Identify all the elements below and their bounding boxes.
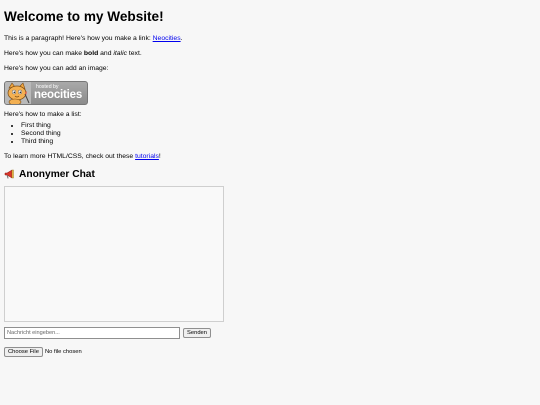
hosted-by-neocities-badge: hosted by neocities xyxy=(4,81,88,106)
send-button[interactable]: Senden xyxy=(183,327,211,338)
file-upload-row: Choose File No file chosen xyxy=(4,346,536,357)
paragraph-tutorials: To learn more HTML/CSS, check out these … xyxy=(4,152,161,160)
list-item: First thing xyxy=(21,122,536,130)
tutorials-link[interactable]: tutorials xyxy=(135,153,159,160)
chat-messages-box[interactable] xyxy=(4,185,224,322)
bold-text: bold xyxy=(83,49,99,57)
paragraph-image: Here's how you can add an image: xyxy=(4,64,109,72)
paragraph-formatting: Here's how you can make bold and italic … xyxy=(4,49,142,57)
choose-file-button[interactable]: Choose File xyxy=(4,346,43,357)
paragraph-link: This is a paragraph! Here's how you make… xyxy=(4,34,183,42)
italic-text: italic xyxy=(113,49,127,57)
message-input[interactable] xyxy=(4,326,180,339)
megaphone-icon xyxy=(4,169,14,179)
list-item: Third thing xyxy=(21,138,536,146)
badge-text: hosted by neocities xyxy=(34,83,83,101)
list-intro: Here's how to make a list: xyxy=(4,111,82,119)
chat-input-row: Senden xyxy=(4,326,536,339)
file-status: No file chosen xyxy=(44,348,82,355)
neocities-link[interactable]: Neocities xyxy=(153,35,181,42)
page: Welcome to my Website! This is a paragra… xyxy=(0,0,540,360)
list-item: Second thing xyxy=(21,130,536,138)
neocities-cat-icon xyxy=(5,82,31,105)
example-list: First thing Second thing Third thing xyxy=(4,122,536,145)
chat-title: Anonymer Chat xyxy=(4,169,536,180)
page-title: Welcome to my Website! xyxy=(4,9,164,24)
